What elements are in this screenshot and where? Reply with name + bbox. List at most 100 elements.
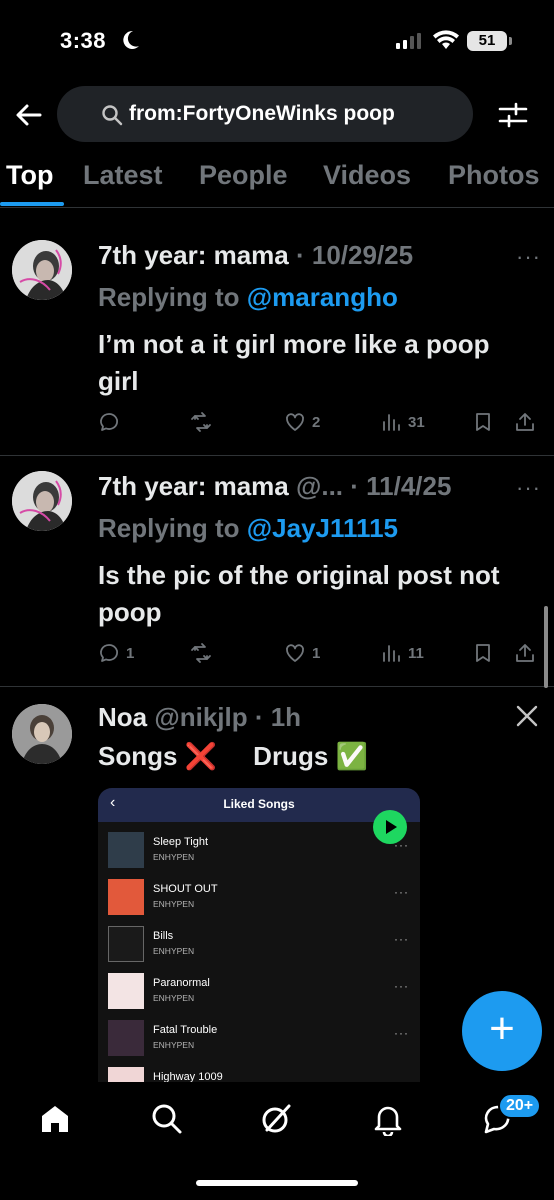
share-button[interactable] — [514, 411, 536, 433]
reply-button[interactable]: 1 — [98, 642, 134, 664]
display-name[interactable]: 7th year: mama — [98, 471, 289, 501]
views-button[interactable]: 31 — [380, 411, 425, 433]
bookmark-button[interactable] — [472, 642, 494, 664]
cellular-signal-icon — [396, 33, 421, 49]
song-title: SHOUT OUT — [153, 883, 218, 895]
song-title: Paranormal — [153, 977, 210, 989]
reply-icon — [100, 413, 119, 431]
like-count: 2 — [312, 413, 321, 431]
views-button[interactable]: 11 — [380, 642, 424, 664]
wifi-icon — [433, 30, 459, 49]
post[interactable]: 7th year: mama · 10/29/25 ··· Replying t… — [0, 226, 554, 456]
search-icon[interactable] — [150, 1102, 184, 1136]
post-date[interactable]: 1h — [271, 702, 301, 732]
filter-settings-icon[interactable] — [496, 98, 530, 132]
tab-videos[interactable]: Videos — [323, 160, 411, 191]
post-date[interactable]: 10/29/25 — [312, 240, 413, 270]
list-item: Paranormal ENHYPEN ··· — [108, 971, 413, 1011]
display-name[interactable]: Noa — [98, 702, 147, 732]
more-options-icon: ··· — [394, 979, 409, 993]
reply-icon — [100, 644, 119, 662]
list-item: SHOUT OUT ENHYPEN ··· — [108, 877, 413, 917]
attached-image[interactable]: ‹ Liked Songs Sleep Tight ENHYPEN ··· SH… — [98, 788, 420, 1088]
post-actions: 2 31 — [98, 411, 542, 439]
reply-button[interactable] — [98, 411, 126, 433]
song-title: Bills — [153, 930, 174, 942]
search-tabs: Top Latest People Videos Photos — [0, 148, 554, 208]
battery-indicator: 51 — [467, 31, 507, 51]
repost-icon — [191, 643, 211, 663]
separator-dot: · — [288, 240, 312, 270]
replying-to: Replying to @JayJ11115 — [98, 513, 398, 544]
separator-dot: · — [247, 702, 271, 732]
replying-prefix: Replying to — [98, 513, 240, 543]
song-title: Sleep Tight — [153, 836, 209, 848]
notifications-badge: 20+ — [498, 1093, 542, 1119]
battery-tip — [509, 37, 512, 45]
status-bar: 3:38 51 — [0, 0, 554, 86]
notifications-bell-icon[interactable] — [371, 1102, 405, 1136]
grok-icon[interactable] — [259, 1102, 293, 1136]
username[interactable]: @nikjlp — [154, 702, 247, 732]
more-options-icon[interactable]: ··· — [516, 244, 541, 270]
post-text: Is the pic of the original post not poop — [98, 560, 500, 627]
list-item: Sleep Tight ENHYPEN ··· — [108, 830, 413, 870]
share-icon — [516, 644, 534, 662]
post-text: Songs ❌ Drugs ✅ — [98, 741, 368, 771]
display-name[interactable]: 7th year: mama — [98, 240, 289, 270]
compose-post-button[interactable]: + — [462, 991, 542, 1071]
playlist-title: Liked Songs — [223, 797, 295, 811]
album-cover — [108, 832, 144, 868]
more-options-icon[interactable]: ··· — [516, 475, 541, 501]
post-header: 7th year: mama @... · 11/4/25 — [98, 471, 451, 502]
post[interactable]: 7th year: mama @... · 11/4/25 ··· Replyi… — [0, 457, 554, 687]
more-options-icon: ··· — [394, 932, 409, 946]
username[interactable]: @... — [296, 471, 343, 501]
replying-to: Replying to @marangho — [98, 282, 398, 313]
active-tab-indicator — [0, 202, 64, 206]
repost-button[interactable] — [190, 642, 218, 664]
tab-top[interactable]: Top — [6, 160, 53, 191]
post-header: 7th year: mama · 10/29/25 — [98, 240, 413, 271]
status-time: 3:38 — [60, 28, 107, 53]
more-options-icon: ··· — [394, 885, 409, 899]
avatar[interactable] — [12, 704, 72, 764]
share-button[interactable] — [514, 642, 536, 664]
like-count: 1 — [312, 644, 321, 662]
replying-prefix: Replying to — [98, 282, 240, 312]
heart-icon — [286, 413, 304, 431]
post-date[interactable]: 11/4/25 — [366, 471, 451, 501]
list-item: Bills ENHYPEN ··· — [108, 924, 413, 964]
album-cover — [108, 1020, 144, 1056]
avatar[interactable] — [12, 471, 72, 531]
tab-photos[interactable]: Photos — [448, 160, 540, 191]
reply-mention-link[interactable]: @JayJ11115 — [247, 513, 398, 543]
bookmark-button[interactable] — [472, 411, 494, 433]
tab-latest[interactable]: Latest — [83, 160, 163, 191]
playlist-header: ‹ Liked Songs — [98, 788, 420, 822]
song-artist: ENHYPEN — [153, 1040, 195, 1050]
back-arrow-icon[interactable] — [12, 98, 46, 132]
avatar[interactable] — [12, 240, 72, 300]
reply-count: 1 — [126, 644, 135, 662]
scrollbar[interactable] — [544, 606, 548, 688]
like-button[interactable]: 1 — [284, 642, 320, 664]
search-input[interactable]: from:FortyOneWinks poop — [57, 86, 473, 142]
like-button[interactable]: 2 — [284, 411, 320, 433]
home-indicator — [196, 1180, 358, 1186]
post-text: I’m not a it girl more like a poop girl — [98, 329, 490, 396]
view-count: 31 — [408, 413, 425, 431]
search-query: from:FortyOneWinks poop — [129, 102, 395, 125]
tab-people[interactable]: People — [199, 160, 288, 191]
song-title: Fatal Trouble — [153, 1024, 218, 1036]
repost-button[interactable] — [190, 411, 218, 433]
reply-mention-link[interactable]: @marangho — [247, 282, 398, 312]
x-logo-icon[interactable] — [515, 704, 539, 728]
heart-icon — [286, 644, 304, 662]
views-chart-icon — [383, 414, 400, 431]
post-header: Noa @nikjlp · 1h — [98, 702, 301, 733]
separator-dot: · — [343, 471, 367, 501]
more-options-icon: ··· — [394, 838, 409, 852]
search-icon — [102, 105, 123, 126]
home-icon[interactable] — [38, 1102, 72, 1136]
